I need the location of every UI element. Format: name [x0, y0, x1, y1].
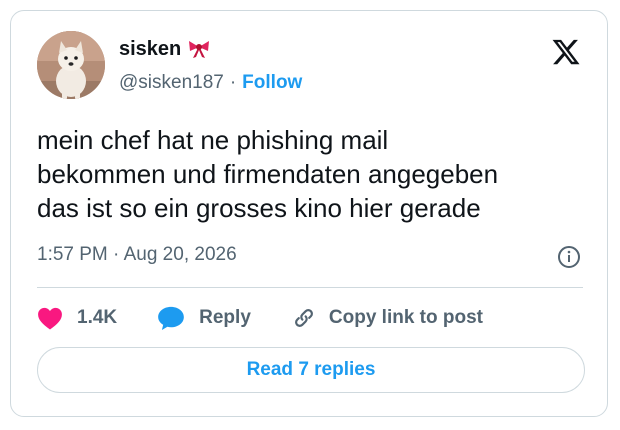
info-icon[interactable]	[557, 245, 581, 269]
tweet-line: das ist so ein grosses kino hier gerade	[37, 193, 481, 223]
x-logo-icon[interactable]	[551, 37, 581, 67]
reply-button[interactable]: Reply	[157, 305, 251, 331]
author-display-name[interactable]: sisken	[119, 37, 181, 61]
action-bar: 1.4K Reply Copy link to post	[37, 303, 483, 333]
copy-link-button[interactable]: Copy link to post	[291, 305, 483, 331]
heart-icon	[37, 306, 63, 330]
avatar[interactable]	[37, 31, 105, 99]
link-icon	[291, 305, 317, 331]
separator-dot: ·	[229, 72, 237, 93]
tweet-line: bekommen und firmendaten angegeben	[37, 159, 499, 189]
tweet-text: mein chef hat ne phishing mail bekommen …	[37, 123, 597, 225]
ribbon-icon	[187, 39, 211, 59]
author-handle-row: @sisken187 · Follow	[119, 71, 302, 95]
like-count: 1.4K	[77, 307, 118, 328]
tweet-line: mein chef hat ne phishing mail	[37, 125, 389, 155]
author-handle[interactable]: @sisken187	[119, 71, 224, 95]
copy-link-label: Copy link to post	[328, 307, 483, 328]
tweet-card: sisken @sisken187 · Follow mein chef hat…	[10, 10, 608, 417]
speech-bubble-icon	[157, 305, 185, 331]
read-replies-label: Read 7 replies	[246, 359, 376, 380]
author-name-row[interactable]: sisken	[119, 37, 211, 61]
reply-label: Reply	[199, 307, 251, 328]
read-replies-button[interactable]: Read 7 replies	[37, 347, 585, 393]
follow-link[interactable]: Follow	[242, 71, 302, 95]
divider	[37, 287, 583, 288]
like-button[interactable]: 1.4K	[37, 306, 117, 330]
tweet-timestamp[interactable]: 1:57 PM · Aug 20, 2026	[37, 243, 237, 267]
